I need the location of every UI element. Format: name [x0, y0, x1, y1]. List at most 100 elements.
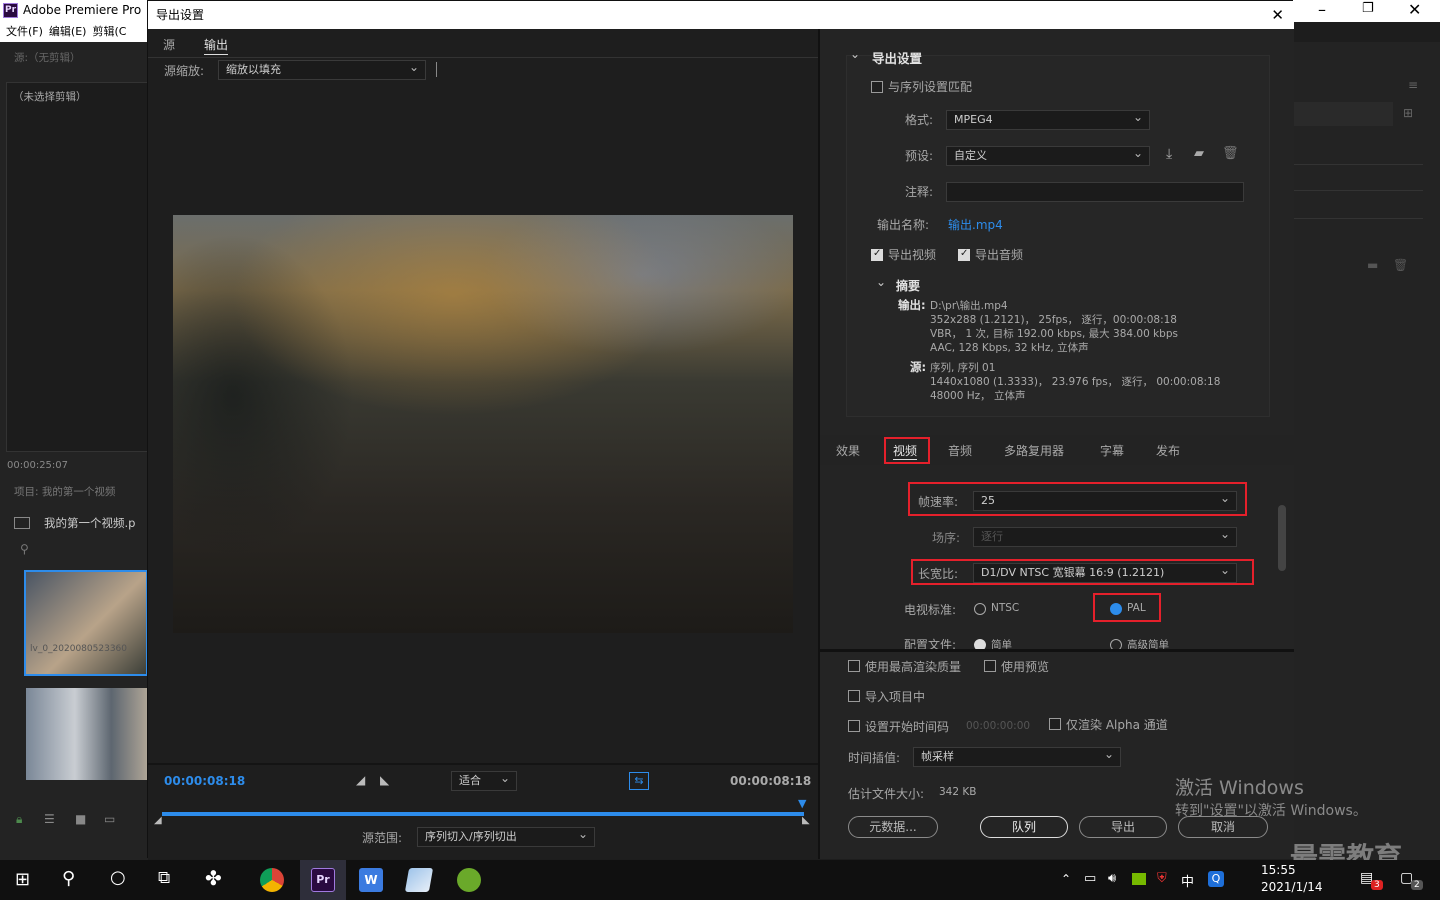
- export-settings-header: 导出设置: [872, 51, 923, 66]
- cortana-icon[interactable]: ○: [110, 867, 126, 888]
- ntsc-radio[interactable]: [974, 603, 986, 615]
- ime-indicator[interactable]: 中: [1181, 871, 1194, 890]
- source-range-dropdown[interactable]: 序列切入/序列切出: [417, 825, 595, 847]
- bin-settings-icon[interactable]: ⊞: [1403, 106, 1413, 120]
- use-previews-checkbox[interactable]: [984, 660, 996, 672]
- interp-dropdown[interactable]: 帧采样: [913, 745, 1121, 767]
- mark-in-icon[interactable]: ◢: [356, 773, 365, 787]
- match-sequence-checkbox[interactable]: [871, 81, 883, 93]
- tab-source[interactable]: 源: [163, 36, 175, 53]
- panel-menu-icon[interactable]: ≡: [1408, 78, 1418, 92]
- menu-file[interactable]: 文件(F): [6, 25, 43, 38]
- folder-icon[interactable]: ▬: [1367, 258, 1378, 272]
- frame-rate-dropdown[interactable]: 25: [973, 489, 1237, 511]
- pinwheel-app-icon[interactable]: ✤: [205, 866, 222, 890]
- output-name-link[interactable]: 输出.mp4: [948, 216, 1003, 233]
- tab-video[interactable]: 视频: [893, 442, 918, 460]
- search-icon[interactable]: ⚲: [20, 542, 29, 556]
- project-item[interactable]: 我的第一个视频.p: [44, 515, 135, 531]
- import-preset-icon[interactable]: ▰: [1194, 146, 1204, 161]
- field-order-dropdown[interactable]: 逐行: [973, 525, 1237, 547]
- tab-effects[interactable]: 效果: [836, 442, 860, 459]
- export-video-checkbox[interactable]: [871, 248, 883, 261]
- playhead-icon[interactable]: ▼: [798, 797, 806, 810]
- summary-chevron-icon[interactable]: ⌄: [876, 275, 886, 289]
- tab-audio[interactable]: 音频: [948, 442, 972, 459]
- chrome-icon[interactable]: [260, 868, 284, 892]
- fit-dropdown[interactable]: 适合: [451, 769, 517, 791]
- close-window-icon[interactable]: ✕: [1408, 0, 1421, 19]
- icon-view-icon[interactable]: ■: [75, 812, 86, 826]
- start-tc-value[interactable]: 00:00:00:00: [966, 720, 1030, 732]
- wps-icon[interactable]: W: [359, 868, 383, 892]
- green-app-icon[interactable]: [457, 868, 481, 892]
- pal-radio[interactable]: [1110, 603, 1122, 615]
- qq-icon[interactable]: Q: [1208, 871, 1224, 887]
- trash-icon[interactable]: 🗑︎: [1393, 258, 1408, 272]
- clock-date[interactable]: 2021/1/14: [1261, 880, 1323, 894]
- minimize-icon[interactable]: –: [1318, 0, 1326, 19]
- list-view-icon[interactable]: ☰: [44, 812, 55, 826]
- network-icon[interactable]: ▭: [1084, 871, 1096, 886]
- freeform-view-icon[interactable]: ▭: [104, 812, 115, 826]
- tab-output[interactable]: 输出: [204, 36, 229, 55]
- clip-thumbnail-2[interactable]: [26, 688, 148, 780]
- timeline-bar[interactable]: [162, 812, 804, 816]
- maximize-icon[interactable]: ❐: [1362, 1, 1374, 16]
- chevron-down-icon[interactable]: ⌄: [850, 47, 860, 61]
- menu-clip[interactable]: 剪辑(C: [92, 25, 126, 38]
- chevron-up-icon[interactable]: ⌃: [1061, 872, 1071, 886]
- alpha-only-checkbox[interactable]: [1049, 718, 1061, 730]
- field-order-label: 场序:: [932, 531, 961, 545]
- fit-value: 适合: [459, 774, 481, 787]
- mark-out-icon[interactable]: ◣: [380, 773, 389, 787]
- notepad-icon[interactable]: [404, 868, 434, 892]
- set-start-tc-checkbox[interactable]: [848, 720, 860, 732]
- profile-advanced-radio[interactable]: [1110, 639, 1122, 649]
- max-quality-checkbox[interactable]: [848, 660, 860, 672]
- source-scale-dropdown[interactable]: 缩放以填充: [218, 58, 426, 80]
- export-audio-checkbox[interactable]: [958, 248, 970, 261]
- nvidia-icon[interactable]: [1132, 873, 1146, 885]
- project-title[interactable]: 项目: 我的第一个视频: [14, 484, 115, 499]
- tab-captions[interactable]: 字幕: [1100, 442, 1124, 459]
- import-project-checkbox[interactable]: [848, 690, 860, 702]
- profile-label: 配置文件:: [904, 638, 957, 649]
- clip-thumbnail-1[interactable]: lv_0_2020080523360: [24, 570, 148, 676]
- shield-icon[interactable]: ⛨: [1157, 871, 1167, 886]
- timecode-in[interactable]: 00:00:08:18: [164, 774, 245, 788]
- summary-output-line-3: VBR， 1 次, 目标 192.00 kbps, 最大 384.00 kbps: [930, 328, 1178, 340]
- task-view-icon[interactable]: ⧉: [158, 868, 170, 888]
- aspect-dropdown[interactable]: D1/DV NTSC 宽银幕 16:9 (1.2121): [973, 561, 1237, 583]
- close-dialog-icon[interactable]: ✕: [1271, 1, 1284, 29]
- video-preview: [173, 215, 793, 633]
- format-dropdown[interactable]: MPEG4: [946, 108, 1150, 130]
- search-icon[interactable]: ⚲: [62, 868, 75, 889]
- menu-edit[interactable]: 编辑(E): [49, 25, 87, 38]
- tab-publish[interactable]: 发布: [1156, 442, 1180, 459]
- clock-time[interactable]: 15:55: [1261, 863, 1296, 877]
- windows-start-icon[interactable]: ⊞: [15, 869, 30, 890]
- queue-button[interactable]: 队列: [980, 816, 1068, 838]
- source-monitor-label[interactable]: 源:（无剪辑）: [14, 50, 81, 65]
- preset-dropdown[interactable]: 自定义: [946, 144, 1150, 166]
- profile-simple-radio[interactable]: [974, 639, 986, 649]
- scrollbar[interactable]: [1278, 505, 1286, 571]
- out-point-handle[interactable]: ◣: [802, 815, 810, 826]
- set-start-tc-label: 设置开始时间码: [865, 720, 950, 734]
- aspect-value: D1/DV NTSC 宽银幕 16:9 (1.2121): [981, 566, 1165, 579]
- export-button[interactable]: 导出: [1079, 816, 1167, 838]
- save-preset-icon[interactable]: ⤓: [1166, 146, 1172, 162]
- premiere-taskbar-icon[interactable]: Pr: [311, 868, 335, 892]
- comment-input[interactable]: [946, 182, 1244, 202]
- aspect-correction-icon[interactable]: ⇆: [629, 772, 649, 790]
- clip-name: lv_0_2020080523360: [30, 644, 127, 654]
- lock-icon[interactable]: 🔒︎: [16, 812, 22, 827]
- delete-preset-icon[interactable]: 🗑︎: [1222, 146, 1239, 161]
- notification-badge: 3: [1371, 880, 1383, 890]
- tab-multiplexer[interactable]: 多路复用器: [1004, 442, 1064, 459]
- volume-icon[interactable]: 🔊︎: [1108, 871, 1116, 886]
- metadata-button[interactable]: 元数据...: [848, 816, 938, 838]
- source-range-label: 源范围:: [362, 831, 403, 845]
- in-point-handle[interactable]: ◢: [154, 815, 162, 826]
